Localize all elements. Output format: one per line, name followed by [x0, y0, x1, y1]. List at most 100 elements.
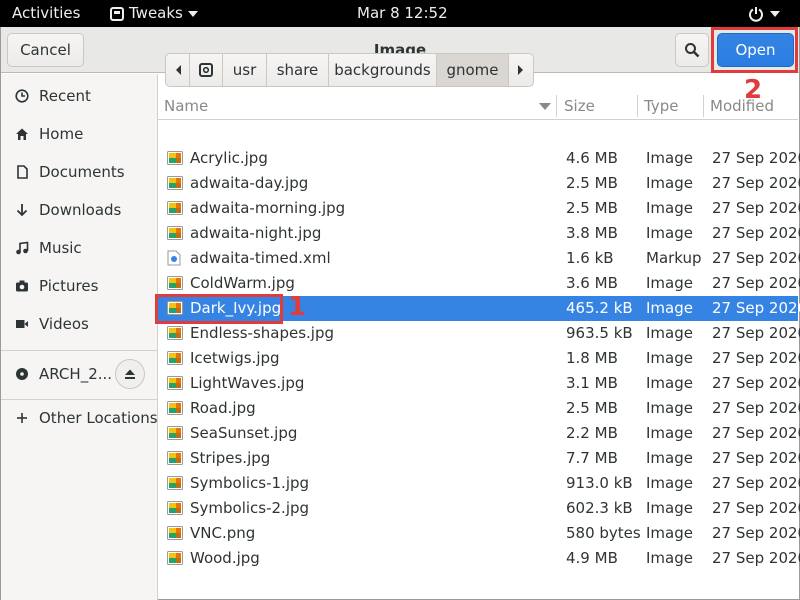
- search-button[interactable]: [675, 33, 709, 67]
- path-segment-backgrounds[interactable]: backgrounds: [329, 53, 437, 87]
- file-name: VNC.png: [190, 524, 256, 542]
- path-back-button[interactable]: [165, 53, 190, 87]
- sidebar-item-label: Downloads: [39, 201, 122, 219]
- column-header-size[interactable]: Size: [564, 93, 636, 119]
- column-separator: [703, 95, 704, 117]
- eject-button[interactable]: [115, 359, 145, 389]
- file-modified: 27 Sep 2020: [712, 324, 800, 342]
- path-segment-share[interactable]: share: [267, 53, 329, 87]
- markup-file-icon: [167, 250, 183, 266]
- file-row[interactable]: ColdWarm.jpg 3.6 MB Image 27 Sep 2020: [158, 271, 800, 296]
- cancel-button[interactable]: Cancel: [7, 33, 84, 67]
- column-separator: [556, 95, 557, 117]
- sidebar-item-label: Music: [39, 239, 82, 257]
- column-header-name[interactable]: Name: [164, 93, 554, 119]
- file-size: 3.6 MB: [566, 274, 618, 292]
- sidebar-item-downloads[interactable]: Downloads: [1, 191, 157, 229]
- file-row[interactable]: adwaita-day.jpg 2.5 MB Image 27 Sep 2020: [158, 171, 800, 196]
- file-row[interactable]: VNC.png 580 bytes Image 27 Sep 2020: [158, 521, 800, 546]
- chevron-right-icon: [518, 65, 523, 75]
- file-row[interactable]: Stripes.jpg 7.7 MB Image 27 Sep 2020: [158, 446, 800, 471]
- file-row[interactable]: Icetwigs.jpg 1.8 MB Image 27 Sep 2020: [158, 346, 800, 371]
- header-divider: [158, 119, 798, 120]
- file-row[interactable]: LightWaves.jpg 3.1 MB Image 27 Sep 2020: [158, 371, 800, 396]
- sidebar-item-label: Recent: [39, 87, 91, 105]
- file-size: 2.5 MB: [566, 174, 618, 192]
- file-size: 3.8 MB: [566, 224, 618, 242]
- file-modified: 27 Sep 2020: [712, 249, 800, 267]
- sidebar-item-pictures[interactable]: Pictures: [1, 267, 157, 305]
- download-icon: [15, 203, 29, 217]
- activities-button[interactable]: Activities: [12, 0, 80, 27]
- search-icon: [685, 43, 700, 58]
- path-forward-button[interactable]: [509, 53, 534, 87]
- file-type: Image: [646, 349, 693, 367]
- image-file-icon: [167, 176, 183, 190]
- app-menu-label: Tweaks: [129, 4, 183, 22]
- file-modified: 27 Sep 2020: [712, 149, 800, 167]
- file-row[interactable]: Symbolics-1.jpg 913.0 kB Image 27 Sep 2020: [158, 471, 800, 496]
- file-name: adwaita-timed.xml: [190, 249, 331, 267]
- file-row[interactable]: adwaita-timed.xml 1.6 kB Markup 27 Sep 2020: [158, 246, 800, 271]
- file-row[interactable]: Acrylic.jpg 4.6 MB Image 27 Sep 2020: [158, 146, 800, 171]
- sidebar-item-other-locations[interactable]: Other Locations: [1, 399, 158, 437]
- tweaks-app-icon: [110, 6, 124, 21]
- video-icon: [15, 317, 29, 331]
- sort-down-icon: [539, 103, 551, 110]
- file-modified: 27 Sep 2020: [712, 274, 800, 292]
- sidebar-item-device[interactable]: ARCH_2...: [1, 351, 157, 397]
- drive-icon: [199, 63, 213, 77]
- file-size: 913.0 kB: [566, 474, 633, 492]
- camera-icon: [15, 279, 29, 293]
- system-menu[interactable]: [748, 0, 780, 27]
- file-row[interactable]: adwaita-morning.jpg 2.5 MB Image 27 Sep 202…: [158, 196, 800, 221]
- image-file-icon: [167, 226, 183, 240]
- clock[interactable]: Mar 8 12:52: [357, 0, 448, 27]
- sidebar-item-home[interactable]: Home: [1, 115, 157, 153]
- file-row[interactable]: Road.jpg 2.5 MB Image 27 Sep 2020: [158, 396, 800, 421]
- file-type: Image: [646, 224, 693, 242]
- image-file-icon: [167, 351, 183, 365]
- file-modified: 27 Sep 2020: [712, 499, 800, 517]
- path-bar: usr share backgrounds gnome: [165, 53, 534, 87]
- path-segment-usr[interactable]: usr: [223, 53, 267, 87]
- image-file-icon: [167, 376, 183, 390]
- file-name: adwaita-day.jpg: [190, 174, 309, 192]
- sidebar-item-videos[interactable]: Videos: [1, 305, 157, 343]
- places-sidebar: Recent Home Documents Downloads Music Pi…: [1, 74, 158, 600]
- file-row[interactable]: adwaita-night.jpg 3.8 MB Image 27 Sep 2020: [158, 221, 800, 246]
- document-icon: [15, 165, 29, 179]
- sidebar-item-label: Other Locations: [39, 409, 158, 427]
- annotation-box-1: [155, 294, 283, 324]
- sidebar-item-recent[interactable]: Recent: [1, 77, 157, 115]
- file-row[interactable]: Symbolics-2.jpg 602.3 kB Image 27 Sep 2020: [158, 496, 800, 521]
- file-type: Image: [646, 424, 693, 442]
- file-name: Symbolics-2.jpg: [190, 499, 310, 517]
- file-name: adwaita-night.jpg: [190, 224, 322, 242]
- file-row[interactable]: Wood.jpg 4.9 MB Image 27 Sep 2020: [158, 546, 800, 571]
- file-name: Wood.jpg: [190, 549, 260, 567]
- image-file-icon: [167, 201, 183, 215]
- file-modified: 27 Sep 2020: [712, 174, 800, 192]
- home-icon: [15, 127, 29, 141]
- app-menu[interactable]: Tweaks: [110, 0, 198, 27]
- file-name: Symbolics-1.jpg: [190, 474, 310, 492]
- file-row[interactable]: Endless-shapes.jpg 963.5 kB Image 27 Sep 20…: [158, 321, 800, 346]
- file-name: Stripes.jpg: [190, 449, 271, 467]
- file-size: 2.2 MB: [566, 424, 618, 442]
- sidebar-item-music[interactable]: Music: [1, 229, 157, 267]
- path-segment-gnome[interactable]: gnome: [437, 53, 509, 87]
- file-type: Image: [646, 549, 693, 567]
- disc-icon: [15, 367, 29, 381]
- file-type: Image: [646, 449, 693, 467]
- sidebar-item-documents[interactable]: Documents: [1, 153, 157, 191]
- column-header-type[interactable]: Type: [644, 93, 704, 119]
- path-root-button[interactable]: [190, 53, 223, 87]
- top-bar: Activities Tweaks Mar 8 12:52: [0, 0, 800, 27]
- file-size: 580 bytes: [566, 524, 641, 542]
- file-modified: 27 Sep 2020: [712, 399, 800, 417]
- file-row[interactable]: SeaSunset.jpg 2.2 MB Image 27 Sep 2020: [158, 421, 800, 446]
- sidebar-item-label: Pictures: [39, 277, 99, 295]
- image-file-icon: [167, 151, 183, 165]
- file-name: Icetwigs.jpg: [190, 349, 280, 367]
